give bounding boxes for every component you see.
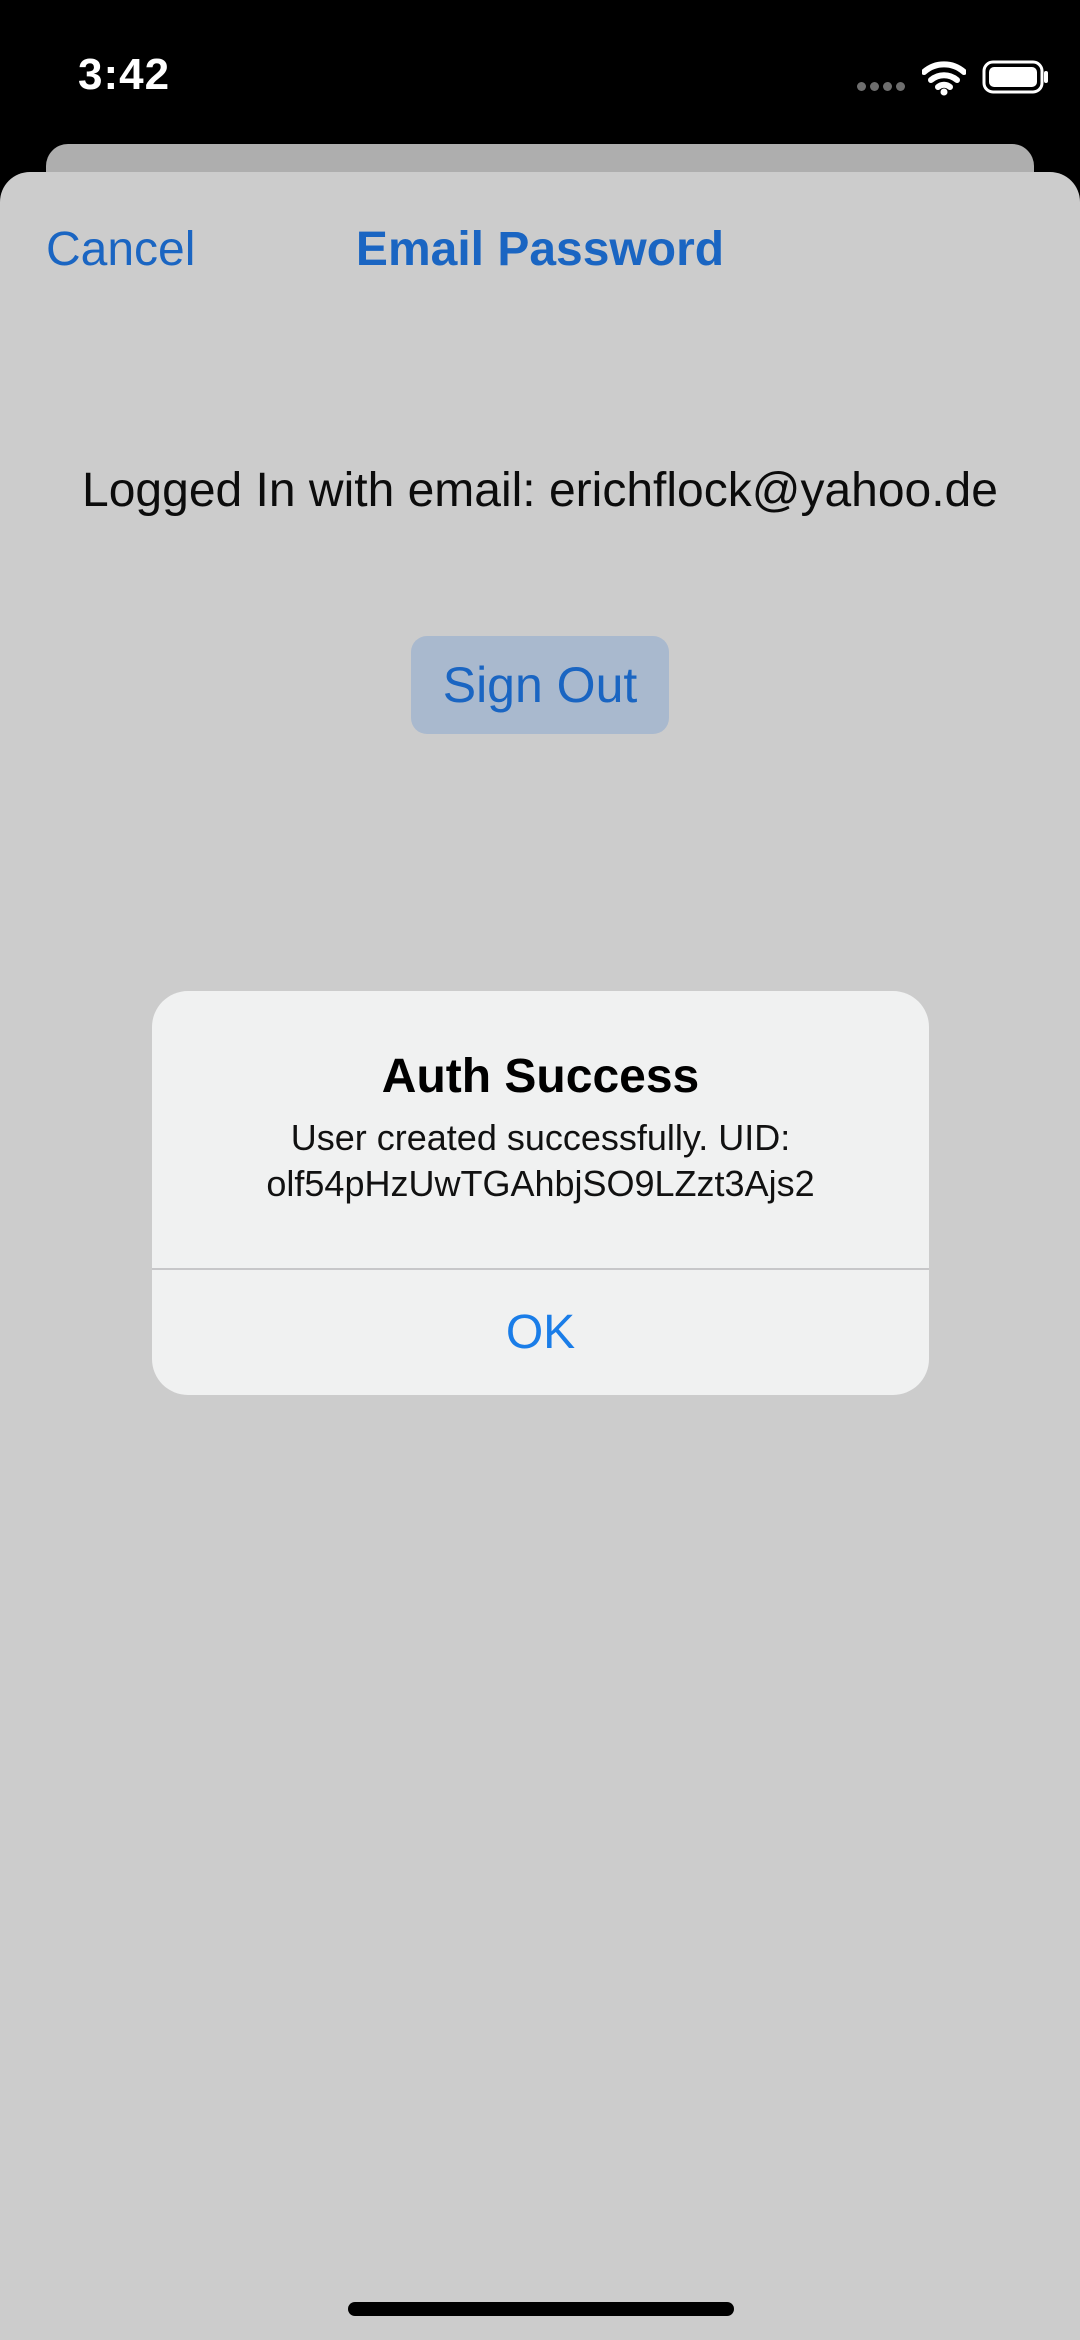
status-bar: 3:42 <box>0 0 1080 150</box>
signal-dots-icon <box>857 82 907 92</box>
status-time: 3:42 <box>78 50 171 99</box>
ok-button[interactable]: OK <box>152 1270 929 1395</box>
sign-out-button[interactable]: Sign Out <box>411 636 669 734</box>
wifi-icon <box>922 61 966 96</box>
battery-icon <box>982 60 1048 94</box>
auth-success-alert: Auth Success User created successfully. … <box>152 991 929 1395</box>
alert-message-line-1: User created successfully. UID: <box>290 1117 791 1158</box>
logged-in-status-text: Logged In with email: erichflock@yahoo.d… <box>82 464 998 517</box>
alert-message-line-2: olf54pHzUwTGAhbjSO9LZzt3Ajs2 <box>266 1163 815 1204</box>
home-indicator[interactable] <box>348 2302 734 2316</box>
alert-title: Auth Success <box>381 1050 700 1103</box>
page-title: Email Password <box>355 223 725 276</box>
alert-message: User created successfully. UID: olf54pHz… <box>172 1115 909 1207</box>
